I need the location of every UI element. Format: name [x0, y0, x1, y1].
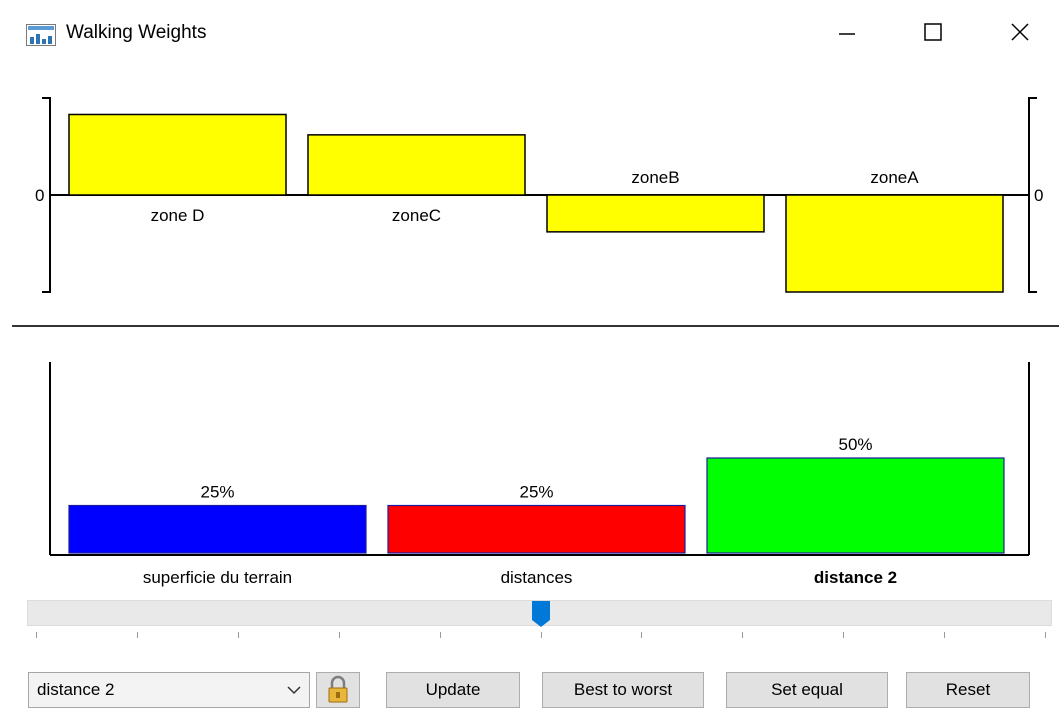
- slider-tick: [540, 632, 542, 638]
- criterion-percent-label: 50%: [838, 435, 872, 454]
- slider-tick: [843, 632, 845, 638]
- criterion-label: distances: [501, 568, 573, 587]
- slider-tick: [136, 632, 138, 638]
- chevron-down-icon: [287, 686, 301, 695]
- criterion-bar[interactable]: [706, 457, 1005, 554]
- slider-tick: [439, 632, 441, 638]
- criterion-select[interactable]: distance 2: [28, 672, 310, 708]
- criterion-percent-label: 25%: [519, 483, 553, 502]
- slider-ticks: [0, 632, 1059, 640]
- update-button[interactable]: Update: [386, 672, 520, 708]
- slider-tick: [1045, 632, 1046, 638]
- criterion-percent-label: 25%: [200, 483, 234, 502]
- slider-tick: [944, 632, 946, 638]
- criteria-weights-chart: 25% superficie du terrain 25% distances 50% d…: [49, 362, 1030, 587]
- slider-tick: [338, 632, 340, 638]
- best-to-worst-button[interactable]: Best to worst: [542, 672, 704, 708]
- slider-tick: [237, 632, 239, 638]
- lock-icon: [328, 675, 348, 703]
- criterion-bar[interactable]: [387, 504, 686, 554]
- criterion-label: superficie du terrain: [143, 568, 292, 587]
- slider-tick: [641, 632, 643, 638]
- lock-button[interactable]: [316, 672, 360, 708]
- reset-button[interactable]: Reset: [906, 672, 1030, 708]
- criterion-label: distance 2: [814, 568, 897, 587]
- slider-tick: [36, 632, 37, 638]
- set-equal-button[interactable]: Set equal: [726, 672, 888, 708]
- slider-tick: [742, 632, 744, 638]
- criterion-select-value: distance 2: [37, 680, 115, 699]
- weight-slider-thumb[interactable]: [531, 600, 551, 628]
- criterion-bar[interactable]: [68, 504, 367, 554]
